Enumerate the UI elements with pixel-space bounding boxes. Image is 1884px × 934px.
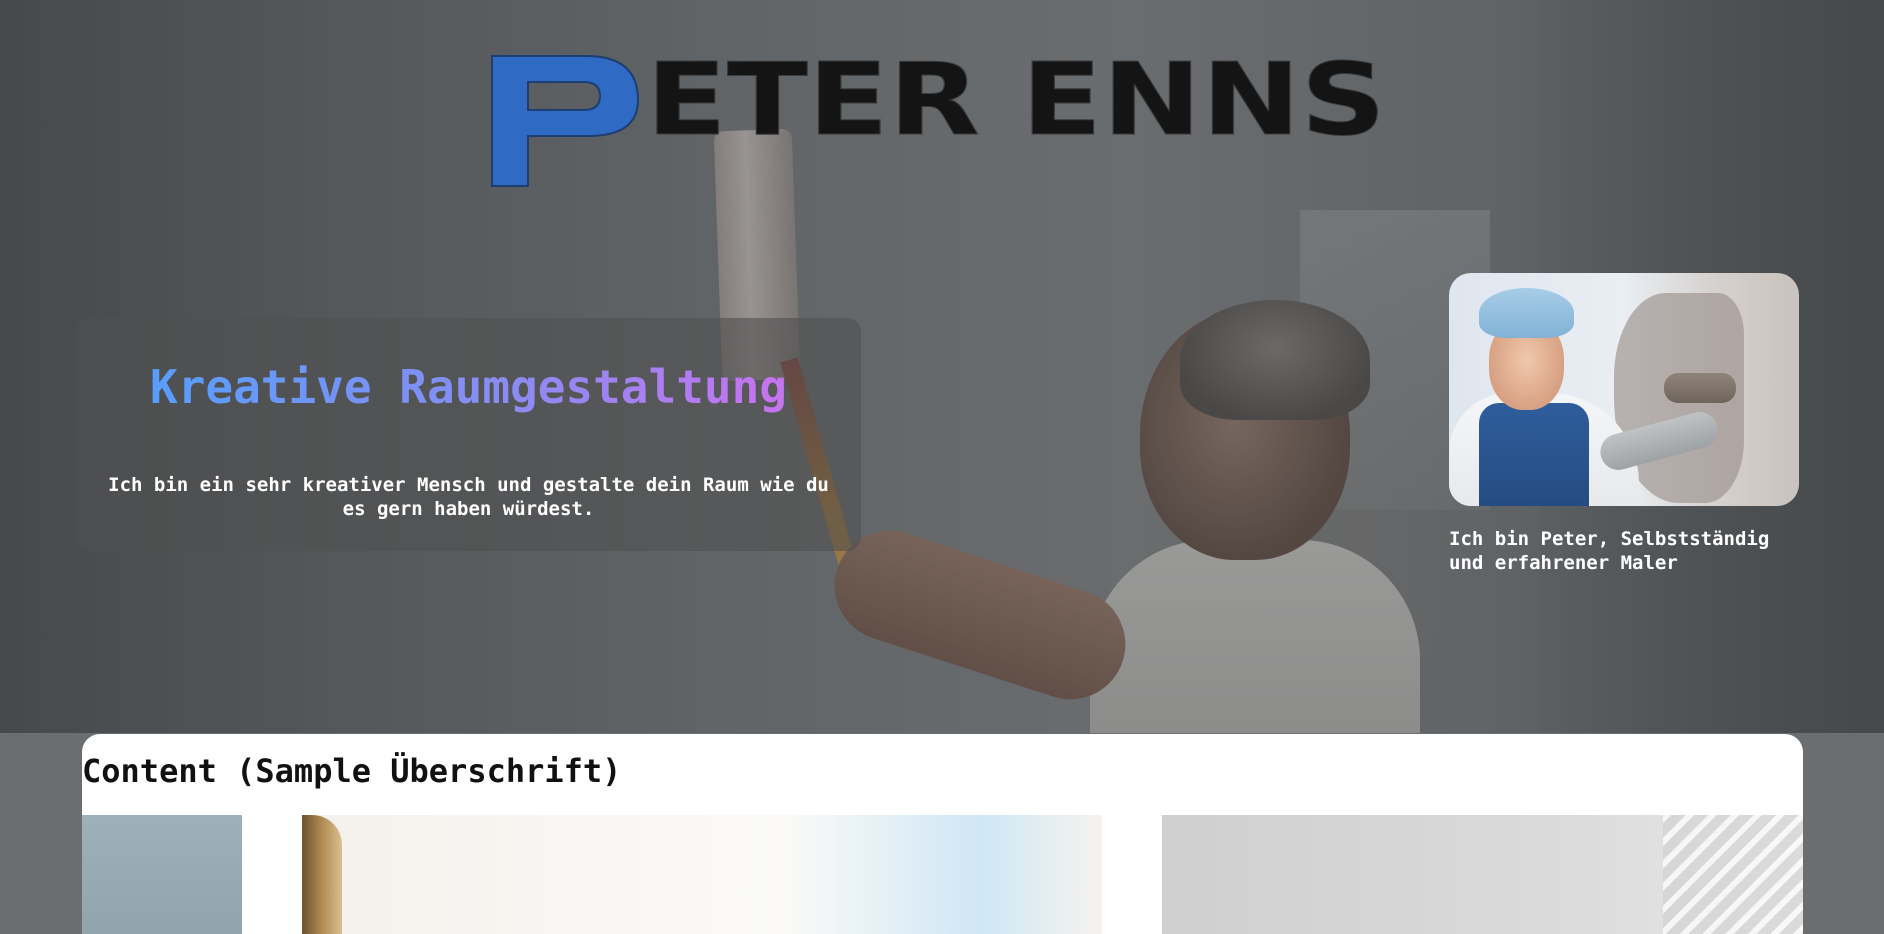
- photo-cap: [1479, 288, 1574, 338]
- photo-roller: [1664, 373, 1736, 403]
- content-section: Content (Sample Überschrift): [82, 734, 1803, 934]
- photo-overall: [1479, 403, 1589, 506]
- gallery-image-1[interactable]: [82, 815, 242, 934]
- gallery-image-2[interactable]: [302, 815, 1102, 934]
- ceiling-structure: [1663, 815, 1803, 934]
- intro-panel: Kreative Raumgestaltung Ich bin ein sehr…: [76, 318, 861, 551]
- intro-title: Kreative Raumgestaltung: [76, 360, 861, 414]
- content-heading: Content (Sample Überschrift): [82, 752, 622, 790]
- intro-text: Ich bin ein sehr kreativer Mensch und ge…: [108, 474, 829, 520]
- logo-graphic: ETER ENNS: [491, 50, 1387, 187]
- profile-caption: Ich bin Peter, Selbstständig und erfahre…: [1449, 528, 1770, 574]
- gallery-image-3[interactable]: [1162, 815, 1803, 934]
- logo-text: ETER ENNS: [646, 50, 1386, 158]
- site-logo[interactable]: ETER ENNS: [488, 50, 1398, 190]
- logo-initial-shape: [491, 55, 640, 187]
- brush-handle: [302, 815, 342, 934]
- profile-photo: [1449, 273, 1799, 506]
